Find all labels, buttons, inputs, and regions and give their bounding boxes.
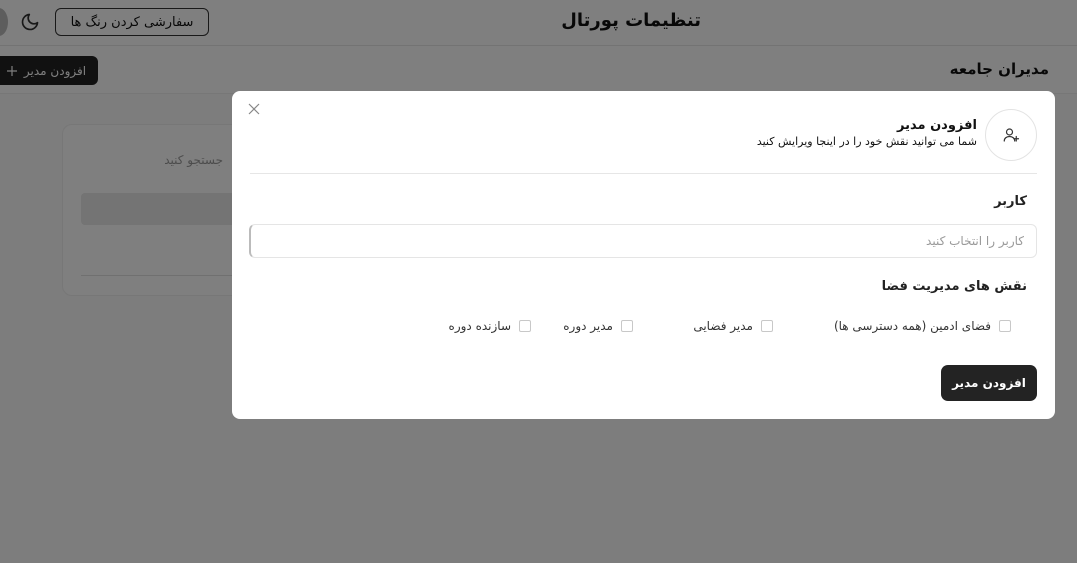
add-admin-submit-button[interactable]: افزودن مدیر [941, 365, 1037, 401]
roles-label: نقش های مدیریت فضا [881, 279, 1027, 294]
user-plus-icon [1003, 128, 1020, 142]
role-label: فضای ادمین (همه دسترسی ها) [833, 319, 991, 333]
user-field-label: کاربر [994, 194, 1027, 209]
checkbox[interactable] [761, 320, 773, 332]
checkbox[interactable] [999, 320, 1011, 332]
checkbox[interactable] [621, 320, 633, 332]
checkbox[interactable] [519, 320, 531, 332]
role-course-manager[interactable]: مدیر دوره [563, 319, 633, 333]
dialog-subtitle: شما می توانید نقش خود را در اینجا ویرایش… [756, 135, 977, 148]
role-label: سازنده دوره [448, 319, 511, 333]
add-admin-dialog: افزودن مدیر شما می توانید نقش خود را در … [232, 91, 1055, 419]
dialog-icon-container [985, 109, 1037, 161]
role-course-creator[interactable]: سازنده دوره [449, 319, 531, 333]
role-label: مدیر دوره [563, 319, 613, 333]
role-label: مدیر فضایی [693, 319, 753, 333]
role-space-manager[interactable]: مدیر فضایی [693, 319, 773, 333]
user-select-input[interactable] [249, 224, 1037, 258]
role-space-admin[interactable]: فضای ادمین (همه دسترسی ها) [834, 319, 1011, 333]
dialog-title: افزودن مدیر [897, 118, 977, 133]
header-divider [250, 173, 1037, 174]
close-icon[interactable] [248, 103, 260, 115]
